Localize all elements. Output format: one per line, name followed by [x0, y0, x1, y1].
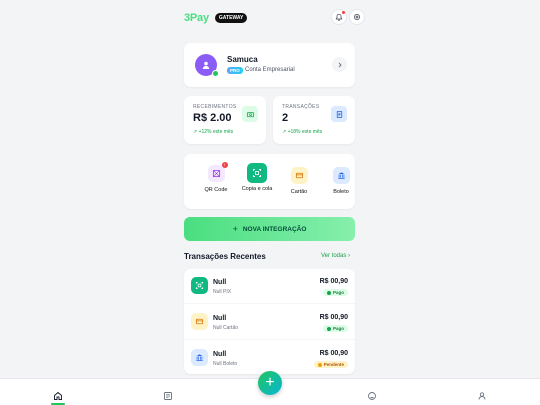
user-icon: [478, 392, 486, 400]
transaction-amount: R$ 00,90: [319, 314, 348, 321]
gear-icon: [354, 14, 360, 20]
action-label: QR Code: [204, 187, 228, 193]
nav-support[interactable]: [367, 388, 377, 400]
nav-list[interactable]: [163, 388, 173, 400]
see-all-link[interactable]: Ver todas ›: [321, 253, 350, 259]
status-dot: [317, 362, 322, 367]
notifications-button[interactable]: [331, 9, 347, 25]
transaction-name: Null: [213, 351, 227, 358]
card-icon: [290, 167, 308, 184]
transaction-name: Null: [213, 279, 227, 286]
action-badge: !: [221, 162, 228, 168]
stat-label: TRANSAÇÕES: [282, 104, 320, 110]
section-title: Transações Recentes: [184, 252, 266, 261]
qr-icon: !: [207, 162, 228, 182]
home-icon: [54, 391, 62, 400]
action-label: Boleto: [333, 189, 349, 195]
stat-value: R$ 2.00: [193, 112, 232, 124]
transaction-amount: R$ 00,90: [319, 278, 348, 285]
copy-scan-icon: [247, 163, 267, 183]
add-icon: +: [265, 374, 275, 391]
support-icon: [368, 392, 376, 400]
settings-button[interactable]: [349, 9, 365, 25]
pix-icon: [191, 277, 208, 294]
stat-trend: ↗ +12% este mês: [193, 129, 234, 135]
profile-name: Samuca: [227, 55, 258, 64]
action-qr-code[interactable]: ! QR Code: [198, 162, 234, 194]
header: 3Pay GATEWAY: [184, 9, 365, 27]
action-label: Cartão: [290, 189, 308, 195]
status-label: Pendente: [323, 362, 344, 367]
chevron-right-icon: [338, 62, 342, 67]
transaction-method: Null Cartão: [213, 325, 239, 331]
action-card[interactable]: Cartão: [281, 167, 317, 196]
new-integration-button[interactable]: + NOVA INTEGRAÇÃO: [184, 217, 355, 241]
logo: 3Pay: [184, 12, 209, 24]
stat-value: 2: [282, 112, 289, 124]
transaction-name: Null: [213, 315, 227, 322]
card-icon: [191, 313, 208, 330]
stat-card-receipts[interactable]: RECEBIMENTOS R$ 2.00 ↗ +12% este mês: [184, 96, 266, 144]
status-badge: Pago: [322, 325, 348, 332]
quick-actions: ! QR Code Copia e cola Cartão Boleto: [184, 154, 355, 209]
profile-open-button[interactable]: [332, 57, 347, 72]
cash-icon: [242, 106, 258, 122]
transaction-method: Null Boleto: [213, 361, 238, 367]
bank-icon: [332, 167, 350, 184]
verified-check-icon: [212, 70, 219, 77]
bell-icon: [335, 13, 343, 21]
user-avatar-icon: [202, 61, 210, 69]
add-fab-button[interactable]: +: [258, 371, 282, 395]
nav-home[interactable]: [53, 388, 63, 400]
status-badge: Pago: [322, 289, 348, 296]
stat-label: RECEBIMENTOS: [193, 104, 237, 110]
app-screen: 3Pay GATEWAY Samuca PRO Conta Empresaria…: [176, 0, 365, 405]
plus-icon: +: [232, 224, 238, 234]
stat-card-transactions[interactable]: TRANSAÇÕES 2 ↗ +18% este mês: [273, 96, 355, 144]
nav-profile[interactable]: [477, 388, 487, 400]
pro-badge: PRO: [227, 67, 243, 74]
receipt-icon: [331, 106, 347, 122]
transaction-row[interactable]: Null Null PIX R$ 00,90 Pago: [184, 269, 355, 304]
status-label: Pago: [332, 326, 344, 331]
transactions-list: Null Null PIX R$ 00,90 Pago Null Null Ca…: [184, 269, 355, 374]
profile-card[interactable]: Samuca PRO Conta Empresarial: [184, 43, 355, 87]
list-icon: [164, 392, 172, 400]
transaction-row[interactable]: Null Null Cartão R$ 00,90 Pago: [184, 305, 355, 340]
status-dot: [326, 326, 331, 331]
action-boleto[interactable]: Boleto: [323, 167, 359, 196]
see-all-label: Ver todas: [321, 253, 347, 259]
notification-dot: [342, 11, 345, 14]
transaction-method: Null PIX: [213, 289, 232, 295]
transaction-amount: R$ 00,90: [319, 350, 348, 357]
transaction-row[interactable]: Null Null Boleto R$ 00,90 Pendente: [184, 341, 355, 374]
status-dot: [326, 290, 331, 295]
status-label: Pago: [332, 290, 344, 295]
status-badge: Pendente: [313, 361, 348, 368]
action-copy-paste[interactable]: Copia e cola: [239, 163, 275, 193]
bank-icon: [191, 349, 208, 366]
stat-trend: ↗ +18% este mês: [282, 129, 323, 135]
gateway-badge: GATEWAY: [214, 13, 248, 23]
account-type: Conta Empresarial: [245, 66, 295, 73]
new-integration-label: NOVA INTEGRAÇÃO: [242, 225, 307, 233]
action-label: Copia e cola: [241, 186, 273, 192]
